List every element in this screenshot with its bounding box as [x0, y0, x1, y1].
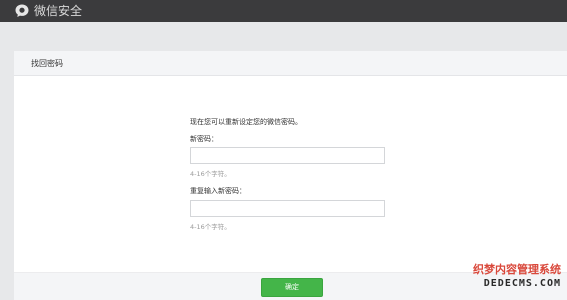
wechat-logo-icon: [14, 3, 30, 19]
intro-text: 现在您可以重新设定您的微信密码。: [190, 118, 302, 126]
watermark-title: 织梦内容管理系统: [473, 263, 561, 276]
app-title: 微信安全: [34, 4, 83, 18]
confirm-password-input[interactable]: [190, 200, 385, 217]
watermark: 织梦内容管理系统 DEDECMS.COM: [473, 263, 561, 290]
new-password-label: 新密码：: [190, 135, 218, 143]
new-password-input[interactable]: [190, 147, 385, 164]
confirm-password-label: 重复输入新密码：: [190, 187, 246, 195]
top-bar: 微信安全: [0, 0, 567, 22]
watermark-url: DEDECMS.COM: [483, 278, 561, 289]
card-header: 找回密码: [14, 51, 567, 76]
confirm-button[interactable]: 确定: [261, 278, 323, 297]
page-title: 找回密码: [31, 59, 63, 68]
confirm-password-hint: 4-16个字符。: [190, 223, 231, 231]
new-password-hint: 4-16个字符。: [190, 170, 231, 178]
